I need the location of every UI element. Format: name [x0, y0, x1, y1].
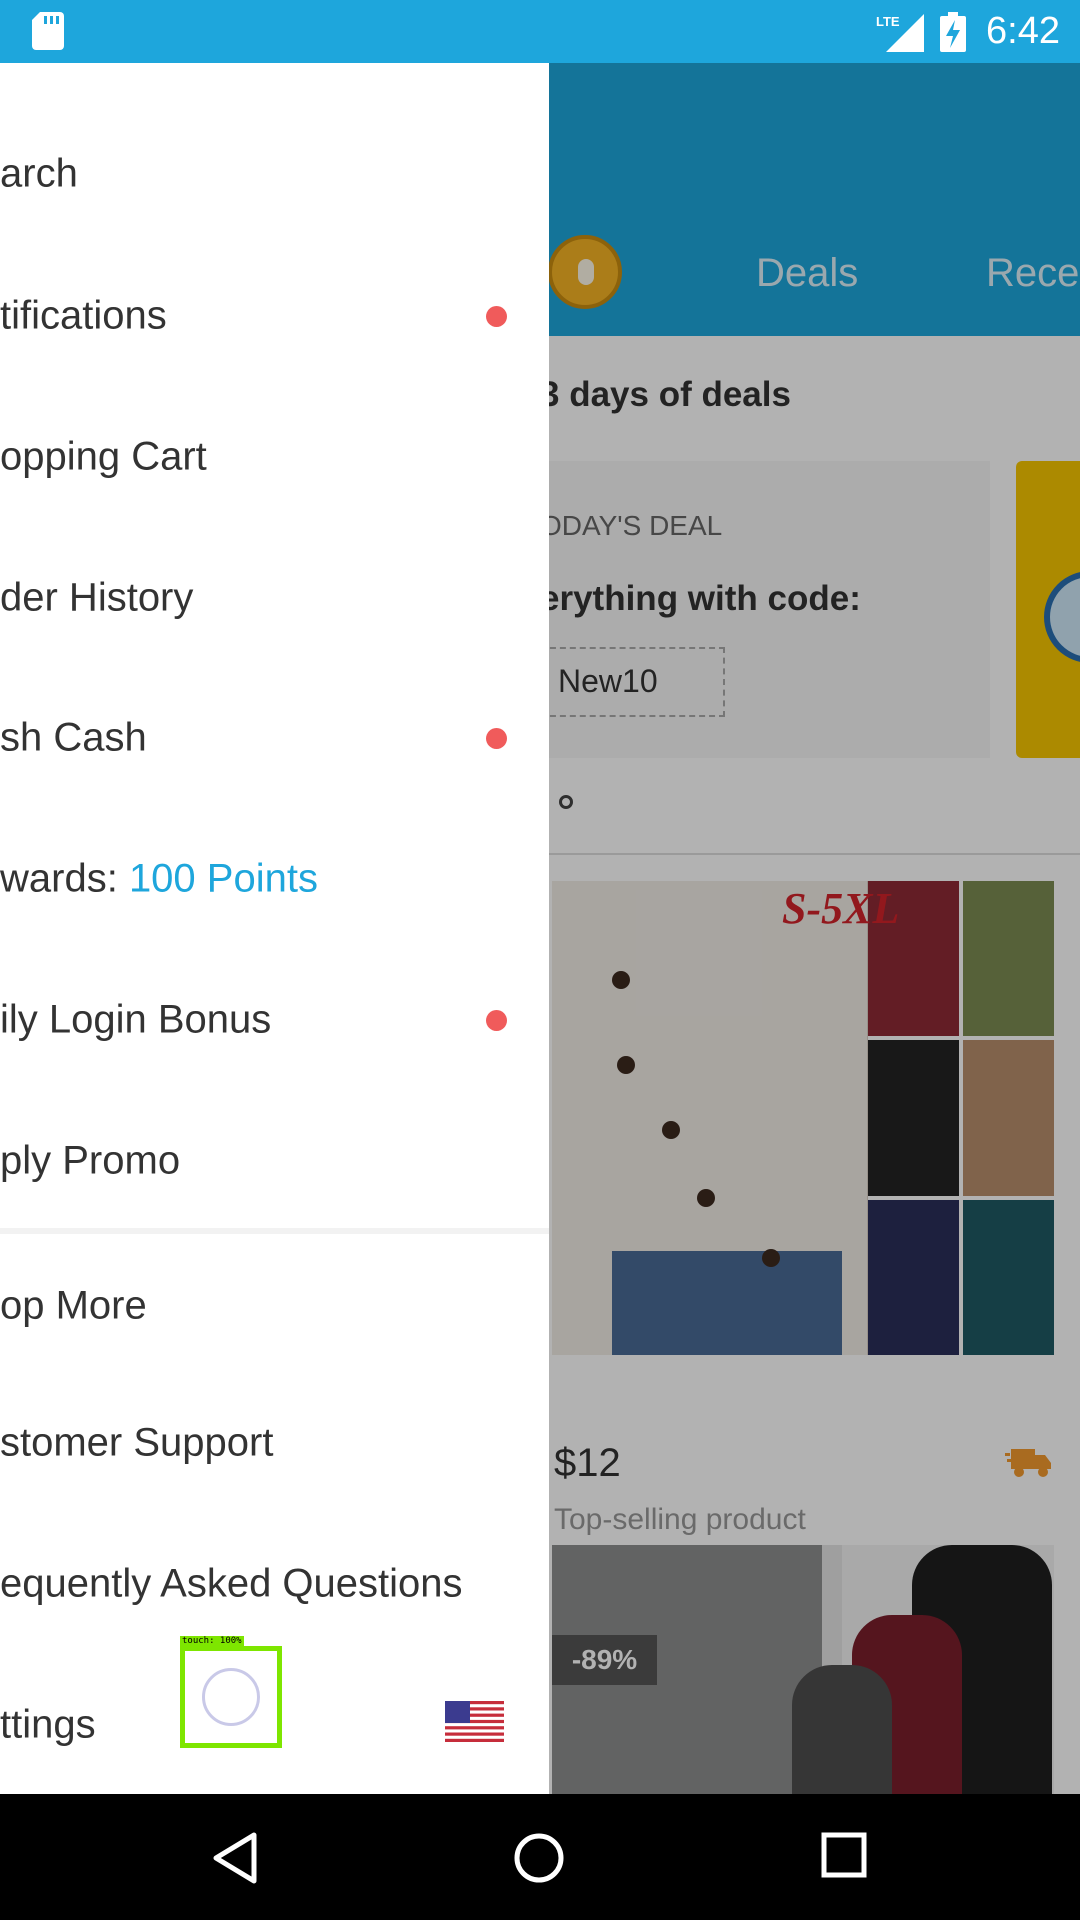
sd-card-icon [32, 12, 64, 50]
drawer-item-shopping-cart[interactable]: opping Cart [0, 386, 549, 527]
drawer-item-label: wards: 100 Points [0, 856, 318, 900]
drawer-item-order-history[interactable]: der History [0, 527, 549, 668]
recents-icon[interactable] [821, 1832, 867, 1878]
drawer-item-label: arch [0, 151, 78, 195]
drawer-item-label: equently Asked Questions [0, 1561, 463, 1605]
drawer-item-apply-promo[interactable]: ply Promo [0, 1090, 549, 1231]
touch-indicator-circle [202, 1668, 260, 1726]
navigation-drawer: arch tifications opping Cart der History… [0, 63, 549, 1794]
lte-signal-icon: LTE [876, 14, 924, 52]
drawer-item-label: ply Promo [0, 1138, 181, 1182]
drawer-item-label: der History [0, 575, 194, 619]
drawer-item-label: stomer Support [0, 1420, 274, 1464]
drawer-item-customer-support[interactable]: stomer Support [0, 1372, 549, 1513]
svg-text:LTE: LTE [876, 14, 900, 29]
drawer-item-wish-cash[interactable]: sh Cash [0, 667, 549, 808]
us-flag-icon[interactable] [445, 1701, 504, 1742]
drawer-item-label: op More [0, 1283, 147, 1327]
battery-charging-icon [940, 12, 966, 52]
drawer-divider [0, 1228, 549, 1234]
drawer-item-label: ttings [0, 1702, 96, 1746]
drawer-item-shop-more[interactable]: op More [0, 1235, 549, 1376]
notification-dot [486, 1009, 507, 1031]
drawer-item-label: opping Cart [0, 434, 207, 478]
drawer-item-search[interactable]: arch [0, 103, 549, 244]
status-clock: 6:42 [986, 10, 1060, 52]
drawer-item-faq[interactable]: equently Asked Questions [0, 1513, 549, 1654]
drawer-item-label: ily Login Bonus [0, 997, 272, 1041]
notification-dot [486, 727, 507, 749]
notification-dot [486, 305, 507, 327]
status-bar: LTE 6:42 [0, 0, 1080, 63]
back-icon[interactable] [212, 1832, 258, 1884]
system-nav-bar [0, 1794, 1080, 1920]
touch-indicator-label: touch: 100% [180, 1636, 244, 1646]
home-icon[interactable] [513, 1832, 565, 1884]
rewards-points: 100 Points [128, 856, 318, 900]
drawer-item-label: tifications [0, 293, 167, 337]
drawer-item-rewards[interactable]: wards: 100 Points [0, 808, 549, 949]
drawer-item-notifications[interactable]: tifications [0, 245, 549, 386]
drawer-item-daily-login-bonus[interactable]: ily Login Bonus [0, 949, 549, 1090]
drawer-item-label: sh Cash [0, 715, 147, 759]
